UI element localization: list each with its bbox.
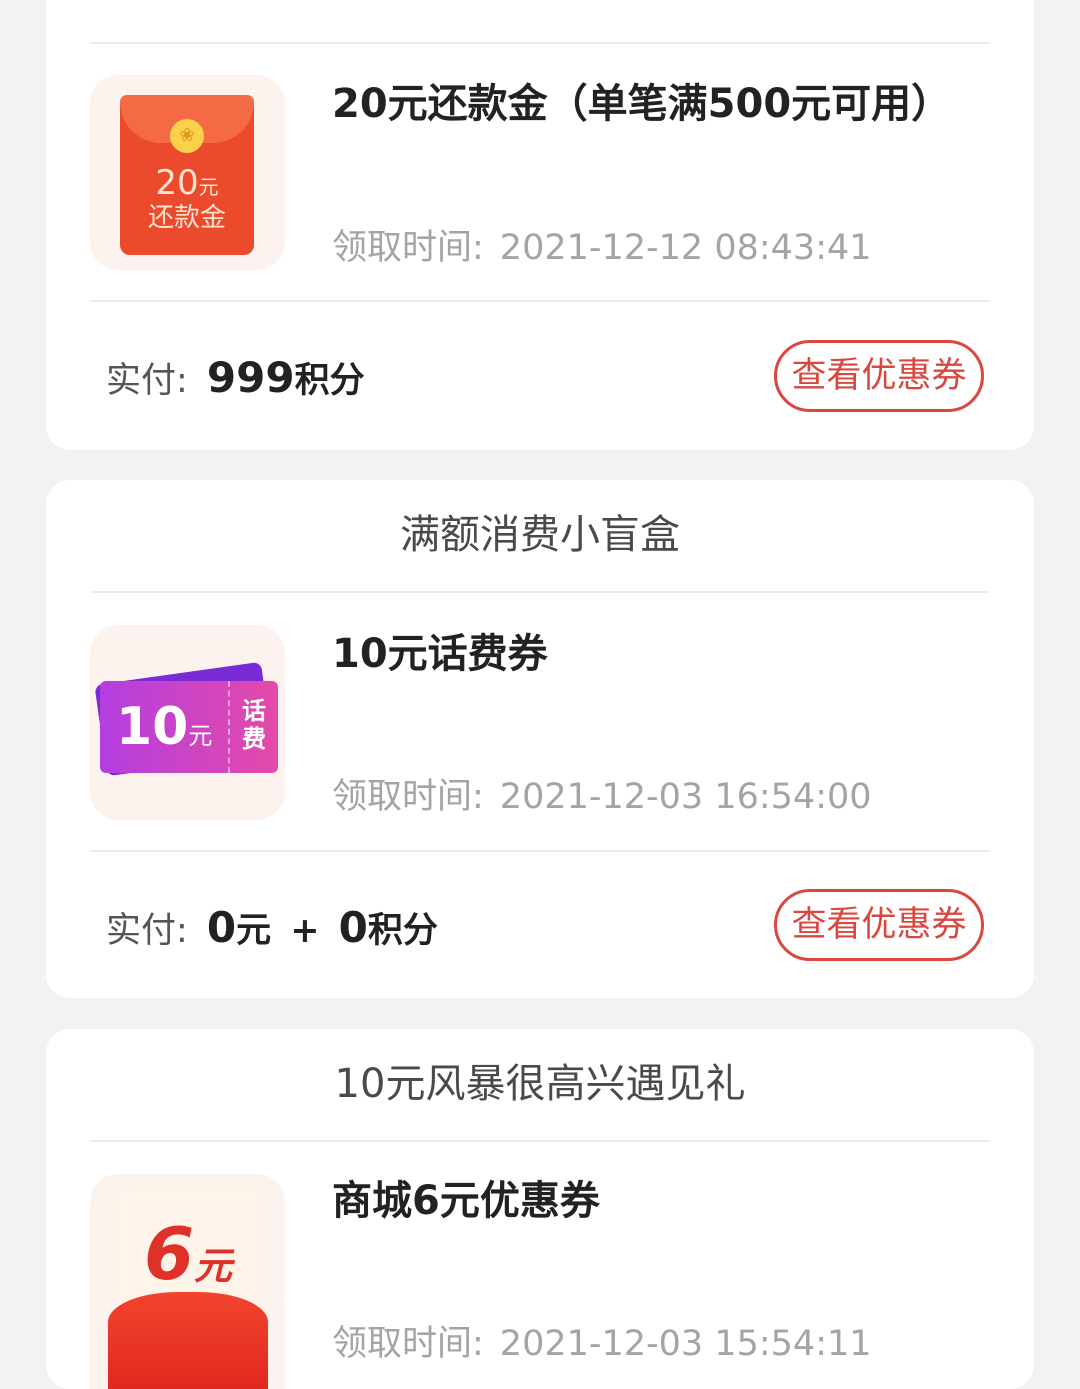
- payment-label: 实付:: [106, 911, 188, 951]
- view-coupon-button[interactable]: 查看优惠券: [774, 889, 984, 961]
- thumb-amount: 20元: [155, 163, 219, 203]
- divider: [90, 850, 990, 852]
- item-name: 20元还款金（单笔满500元可用）: [332, 81, 952, 127]
- claim-time: 领取时间: 2021-12-12 08:43:41: [332, 223, 872, 273]
- thumb-amount: 10元: [116, 697, 213, 757]
- divider: [90, 1140, 990, 1142]
- order-card-3: 10元风暴很高兴遇见礼 6元 商城6元优惠券 领取时间: 2021-12-03 1…: [46, 1029, 1034, 1389]
- divider: [90, 300, 990, 302]
- card-title: 10元风暴很高兴遇见礼: [334, 1061, 746, 1107]
- claim-time-value: 2021-12-12 08:43:41: [499, 228, 872, 268]
- card-title: 满额消费小盲盒: [400, 512, 680, 558]
- payment-row: 实付: 999积分: [106, 348, 365, 408]
- payment-row: 实付: 0元 + 0积分: [106, 898, 438, 958]
- view-coupon-button[interactable]: 查看优惠券: [774, 340, 984, 412]
- claim-time-label: 领取时间:: [332, 228, 484, 268]
- payment-label: 实付:: [106, 361, 188, 401]
- points-unit: 积分: [294, 361, 365, 401]
- claim-time: 领取时间: 2021-12-03 16:54:00: [332, 772, 872, 822]
- divider: [90, 42, 990, 44]
- claim-time: 领取时间: 2021-12-03 15:54:11: [332, 1319, 872, 1369]
- plus-sign: +: [290, 911, 320, 951]
- claim-time-value: 2021-12-03 16:54:00: [499, 777, 872, 817]
- envelope-seal-icon: ❀: [170, 119, 204, 153]
- claim-time-value: 2021-12-03 15:54:11: [499, 1324, 872, 1364]
- red-envelope-icon: ❀ 20元 还款金: [90, 75, 285, 270]
- cash-unit: 元: [236, 911, 272, 951]
- envelope-body: ❀ 20元 还款金: [120, 95, 254, 255]
- payment-cash: 0: [206, 903, 237, 952]
- mall-coupon-icon: 6元: [90, 1174, 285, 1389]
- points-unit: 积分: [367, 911, 438, 951]
- item-name: 商城6元优惠券: [332, 1178, 600, 1224]
- phone-coupon-icon: 10元 话费: [90, 625, 285, 820]
- order-card-1: ❀ 20元 还款金 20元还款金（单笔满500元可用） 领取时间: 2021-12…: [46, 0, 1034, 450]
- ticket-side-label: 话费: [228, 681, 278, 773]
- thumb-label: 还款金: [147, 203, 226, 233]
- claim-time-label: 领取时间:: [332, 777, 484, 817]
- ticket-front: 10元 话费: [100, 681, 278, 773]
- item-name: 10元话费券: [332, 631, 548, 677]
- payment-points: 0: [338, 903, 368, 952]
- divider: [90, 591, 990, 593]
- order-card-2: 满额消费小盲盒 10元 话费 10元话费券 领取时间: 2021-12-03 16…: [46, 480, 1034, 998]
- claim-time-label: 领取时间:: [332, 1324, 484, 1364]
- envelope-pocket: [108, 1292, 268, 1389]
- payment-points: 999: [206, 353, 295, 402]
